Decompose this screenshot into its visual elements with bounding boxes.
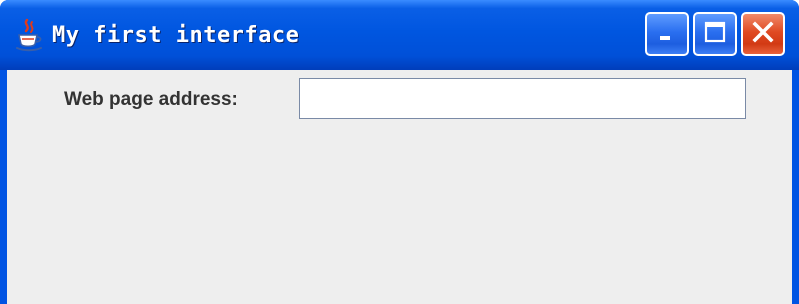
minimize-button[interactable] — [645, 12, 689, 56]
address-label: Web page address: — [64, 89, 238, 110]
address-input[interactable] — [299, 78, 746, 119]
close-icon — [751, 20, 775, 49]
content-panel: Web page address: — [7, 70, 792, 304]
minimize-icon — [655, 20, 679, 49]
window-controls — [645, 12, 785, 56]
maximize-icon — [703, 20, 727, 49]
title-group: My first interface — [14, 0, 299, 70]
title-bar[interactable]: My first interface — [0, 0, 799, 70]
close-button[interactable] — [741, 12, 785, 56]
maximize-button[interactable] — [693, 12, 737, 56]
window-title: My first interface — [52, 22, 300, 48]
java-cup-icon[interactable] — [14, 18, 44, 52]
application-window: My first interface Web page address: — [0, 0, 799, 304]
